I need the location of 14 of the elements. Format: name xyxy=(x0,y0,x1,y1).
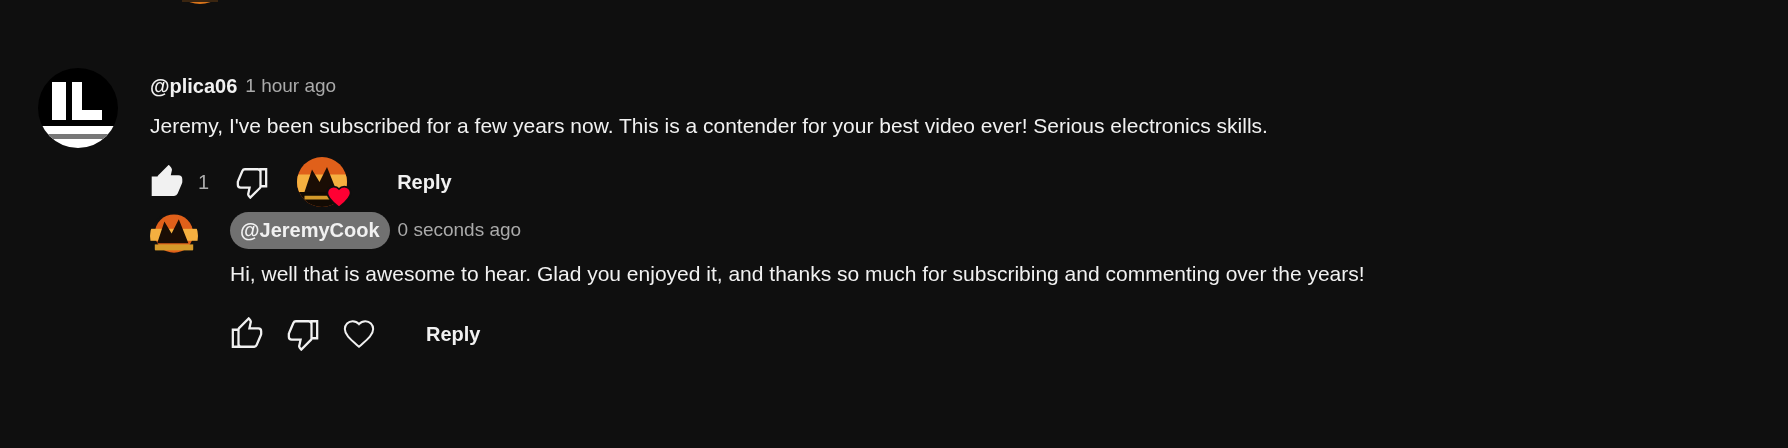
comment-text: Jeremy, I've been subscribed for a few years now. This is a contender for your best video ever! Serious electronics skills. xyxy=(150,113,1269,139)
heart-icon[interactable] xyxy=(342,317,376,351)
username-pill[interactable]: @JeremyCook xyxy=(230,211,390,249)
comment-text: Hi, well that is awesome to hear. Glad you enjoyed it, and thanks so much for subscribing and commenting over the years! xyxy=(230,261,1365,287)
like-count: 1 xyxy=(198,170,210,194)
thumbs-up-icon[interactable] xyxy=(230,317,264,351)
thumbs-down-icon[interactable] xyxy=(286,317,320,351)
thumbs-down-icon[interactable] xyxy=(235,165,270,199)
username[interactable]: @plica06 xyxy=(150,74,238,98)
timestamp[interactable]: 1 hour ago xyxy=(245,75,337,97)
reply-button[interactable]: Reply xyxy=(426,322,481,346)
thumbs-up-icon[interactable] xyxy=(150,165,184,199)
timestamp[interactable]: 0 seconds ago xyxy=(397,219,522,241)
reply-button[interactable]: Reply xyxy=(397,170,452,194)
